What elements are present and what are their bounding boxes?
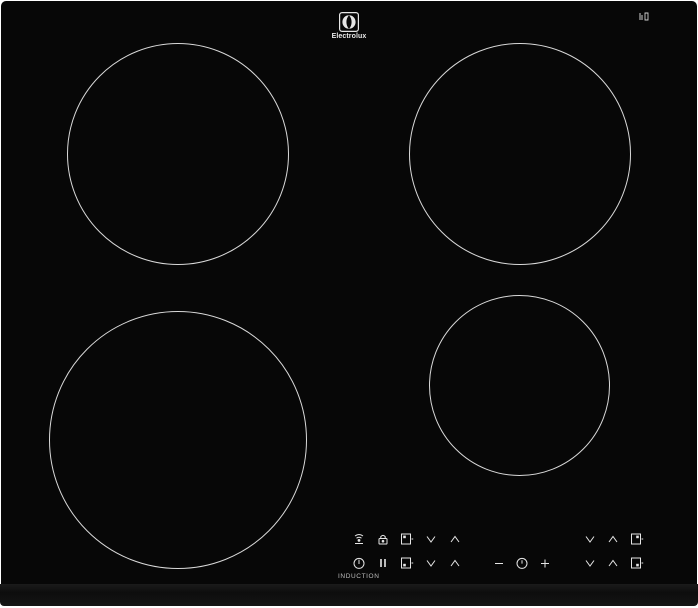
lock-icon[interactable] [376, 532, 390, 546]
brand-badge: Electrolux [326, 12, 372, 40]
cooking-zone-front-right[interactable] [429, 295, 610, 476]
chevron-down-icon[interactable] [424, 556, 438, 570]
plus-icon[interactable] [538, 556, 552, 570]
induction-label: INDUCTION [338, 573, 380, 580]
pause-icon[interactable] [376, 556, 390, 570]
chevron-down-icon[interactable] [583, 532, 597, 546]
front-right-zone-selector-icon[interactable] [630, 556, 644, 570]
cooking-zone-front-left[interactable] [49, 311, 307, 569]
chevron-up-icon[interactable] [606, 556, 620, 570]
bridge-icon [639, 12, 649, 21]
rear-left-zone-selector-icon[interactable] [400, 532, 414, 546]
chevron-down-icon[interactable] [583, 556, 597, 570]
cooking-zone-rear-right[interactable] [409, 43, 631, 265]
minus-icon[interactable] [492, 556, 506, 570]
chevron-up-icon[interactable] [606, 532, 620, 546]
brand-name: Electrolux [331, 33, 367, 40]
timer-icon[interactable] [515, 556, 529, 570]
rear-right-zone-selector-icon[interactable] [630, 532, 644, 546]
power-icon[interactable] [352, 556, 366, 570]
chevron-up-icon[interactable] [448, 556, 462, 570]
bottom-frame [0, 584, 698, 606]
front-left-zone-selector-icon[interactable] [400, 556, 414, 570]
cooking-zone-rear-left[interactable] [67, 43, 289, 265]
chevron-down-icon[interactable] [424, 532, 438, 546]
induction-hob: Electrolux INDUCTION [0, 0, 698, 608]
hob2hood-icon[interactable] [352, 532, 366, 546]
electrolux-logo-icon [339, 12, 359, 32]
chevron-up-icon[interactable] [448, 532, 462, 546]
